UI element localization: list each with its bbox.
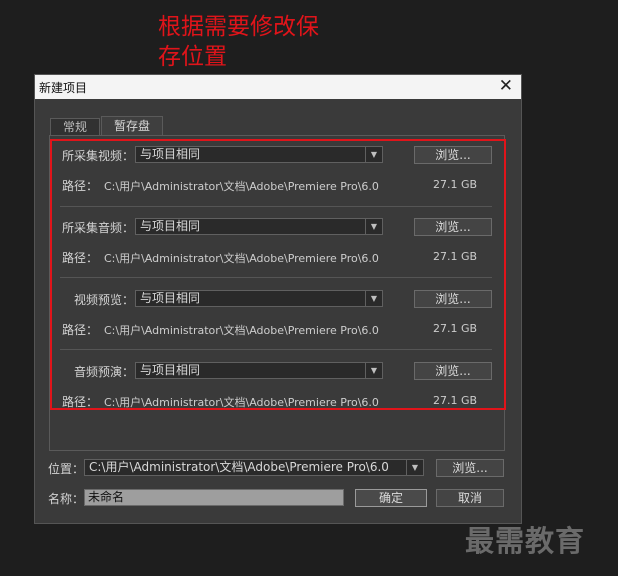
chevron-down-icon: ▼ bbox=[406, 460, 423, 475]
ok-button[interactable]: 确定 bbox=[355, 489, 427, 507]
video-preview-path: C:\用户\Administrator\文档\Adobe\Premiere Pr… bbox=[104, 324, 379, 337]
audio-preview-path: C:\用户\Administrator\文档\Adobe\Premiere Pr… bbox=[104, 396, 379, 409]
captured-video-dropdown[interactable]: 与项目相同 ▼ bbox=[135, 146, 383, 163]
section-divider bbox=[60, 206, 492, 207]
annotation-text: 根据需要修改保 存位置 bbox=[158, 12, 348, 72]
captured-audio-path: C:\用户\Administrator\文档\Adobe\Premiere Pr… bbox=[104, 252, 379, 265]
captured-audio-dropdown[interactable]: 与项目相同 ▼ bbox=[135, 218, 383, 235]
location-browse-button[interactable]: 浏览... bbox=[436, 459, 504, 477]
audio-preview-size: 27.1 GB bbox=[433, 394, 478, 407]
location-value: C:\用户\Administrator\文档\Adobe\Premiere Pr… bbox=[89, 460, 389, 474]
captured-audio-value: 与项目相同 bbox=[140, 219, 201, 233]
video-preview-label: 视频预览： bbox=[74, 293, 135, 307]
chevron-down-icon: ▼ bbox=[365, 291, 382, 306]
close-icon[interactable]: ✕ bbox=[499, 76, 513, 96]
captured-video-path: C:\用户\Administrator\文档\Adobe\Premiere Pr… bbox=[104, 180, 379, 193]
location-label: 位置： bbox=[48, 462, 85, 476]
tab-general[interactable]: 常规 bbox=[50, 118, 100, 136]
video-preview-dropdown[interactable]: 与项目相同 ▼ bbox=[135, 290, 383, 307]
captured-audio-size: 27.1 GB bbox=[433, 250, 478, 263]
project-name-input[interactable]: 未命名 bbox=[84, 489, 344, 506]
tab-scratch-disks[interactable]: 暂存盘 bbox=[101, 116, 163, 136]
section-divider bbox=[60, 277, 492, 278]
chevron-down-icon: ▼ bbox=[365, 219, 382, 234]
audio-preview-path-label: 路径： bbox=[62, 395, 99, 409]
video-preview-size: 27.1 GB bbox=[433, 322, 478, 335]
dialog-title: 新建项目 bbox=[39, 81, 88, 95]
captured-video-value: 与项目相同 bbox=[140, 147, 201, 161]
name-label: 名称： bbox=[48, 492, 85, 506]
captured-audio-browse-button[interactable]: 浏览... bbox=[414, 218, 492, 236]
audio-preview-dropdown[interactable]: 与项目相同 ▼ bbox=[135, 362, 383, 379]
captured-audio-label: 所采集音频： bbox=[62, 221, 135, 235]
section-divider bbox=[60, 349, 492, 350]
video-preview-browse-button[interactable]: 浏览... bbox=[414, 290, 492, 308]
video-preview-value: 与项目相同 bbox=[140, 291, 201, 305]
chevron-down-icon: ▼ bbox=[365, 363, 382, 378]
annotation-line-2: 存位置 bbox=[158, 44, 227, 70]
captured-video-path-label: 路径： bbox=[62, 179, 99, 193]
location-dropdown[interactable]: C:\用户\Administrator\文档\Adobe\Premiere Pr… bbox=[84, 459, 424, 476]
captured-video-browse-button[interactable]: 浏览... bbox=[414, 146, 492, 164]
dialog-titlebar: 新建项目 ✕ bbox=[35, 75, 521, 99]
captured-video-size: 27.1 GB bbox=[433, 178, 478, 191]
audio-preview-browse-button[interactable]: 浏览... bbox=[414, 362, 492, 380]
watermark-logo: 最需教育 bbox=[465, 524, 586, 558]
annotation-line-1: 根据需要修改保 bbox=[158, 14, 319, 40]
audio-preview-label: 音频预演： bbox=[74, 365, 135, 379]
video-preview-path-label: 路径： bbox=[62, 323, 99, 337]
cancel-button[interactable]: 取消 bbox=[436, 489, 504, 507]
audio-preview-value: 与项目相同 bbox=[140, 363, 201, 377]
captured-audio-path-label: 路径： bbox=[62, 251, 99, 265]
chevron-down-icon: ▼ bbox=[365, 147, 382, 162]
captured-video-label: 所采集视频： bbox=[62, 149, 135, 163]
